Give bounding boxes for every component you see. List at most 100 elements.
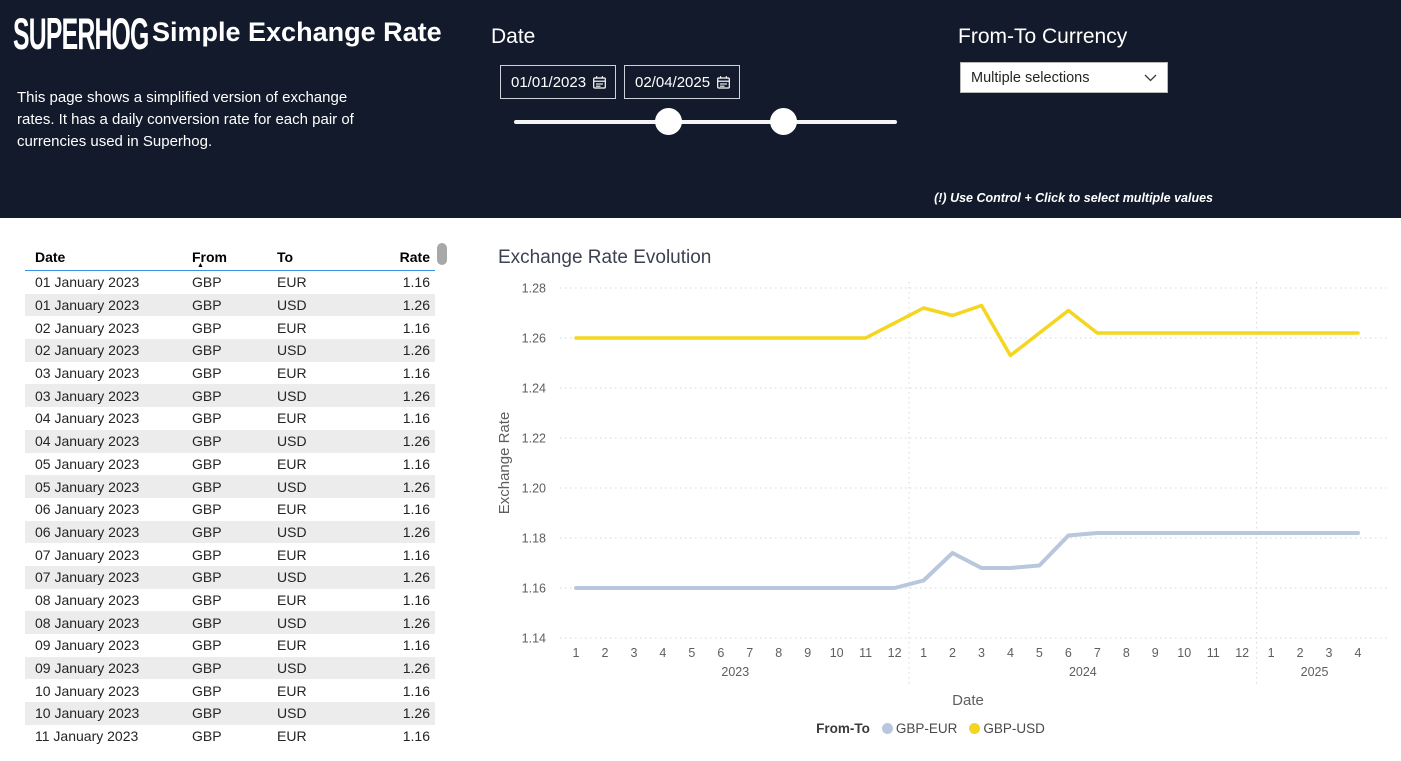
table-cell: 1.26 [355, 524, 430, 540]
table-cell: GBP [192, 592, 277, 608]
table-cell: USD [277, 388, 355, 404]
x-tick-year: 2025 [1301, 665, 1329, 679]
table-cell: 01 January 2023 [25, 297, 192, 313]
x-tick-month: 11 [859, 646, 872, 660]
table-cell: 1.26 [355, 705, 430, 721]
y-tick-label: 1.14 [522, 632, 546, 646]
multi-select-hint: (!) Use Control + Click to select multip… [934, 191, 1213, 205]
table-row[interactable]: 09 January 2023GBPEUR1.16 [25, 634, 435, 657]
table-cell: 02 January 2023 [25, 320, 192, 336]
y-tick-label: 1.26 [522, 332, 546, 346]
table-cell: 1.26 [355, 388, 430, 404]
table-cell: GBP [192, 297, 277, 313]
x-axis-title: Date [952, 692, 984, 709]
table-row[interactable]: 05 January 2023GBPUSD1.26 [25, 475, 435, 498]
legend-item-gbp-usd[interactable]: GBP-USD [969, 721, 1045, 736]
x-tick-year: 2024 [1069, 665, 1097, 679]
table-cell: EUR [277, 365, 355, 381]
table-cell: GBP [192, 569, 277, 585]
page-description: This page shows a simplified version of … [17, 87, 362, 153]
table-row[interactable]: 05 January 2023GBPEUR1.16 [25, 453, 435, 476]
x-tick-month: 11 [1207, 646, 1220, 660]
table-cell: 1.16 [355, 274, 430, 290]
slider-track[interactable] [514, 120, 897, 124]
table-cell: 09 January 2023 [25, 660, 192, 676]
x-tick-month: 4 [1355, 646, 1362, 660]
x-tick-month: 3 [630, 646, 637, 660]
slider-handle-start[interactable] [655, 108, 682, 135]
table-cell: USD [277, 660, 355, 676]
table-cell: EUR [277, 683, 355, 699]
y-tick-label: 1.16 [522, 582, 546, 596]
currency-dropdown[interactable]: Multiple selections [960, 62, 1168, 93]
y-tick-label: 1.28 [522, 282, 546, 296]
column-header-from[interactable]: From [192, 249, 277, 265]
table-row[interactable]: 08 January 2023GBPUSD1.26 [25, 611, 435, 634]
superhog-logo: SUPERHOG [13, 9, 149, 60]
gbp-usd-dot-icon [969, 723, 980, 734]
x-tick-month: 10 [1177, 646, 1191, 660]
table-cell: 10 January 2023 [25, 705, 192, 721]
calendar-icon[interactable] [716, 75, 731, 90]
table-cell: 01 January 2023 [25, 274, 192, 290]
table-cell: 1.16 [355, 501, 430, 517]
column-header-date[interactable]: Date [25, 249, 192, 265]
column-header-rate[interactable]: Rate [355, 249, 430, 265]
table-row[interactable]: 07 January 2023GBPUSD1.26 [25, 566, 435, 589]
legend-item-gbp-eur[interactable]: GBP-EUR [882, 721, 958, 736]
x-tick-month: 6 [717, 646, 724, 660]
table-row[interactable]: 04 January 2023GBPUSD1.26 [25, 430, 435, 453]
table-cell: USD [277, 433, 355, 449]
x-tick-month: 6 [1065, 646, 1072, 660]
slider-handle-end[interactable] [770, 108, 797, 135]
table-scrollbar-thumb[interactable] [437, 243, 447, 265]
table-row[interactable]: 03 January 2023GBPEUR1.16 [25, 362, 435, 385]
table-row[interactable]: 06 January 2023GBPEUR1.16 [25, 498, 435, 521]
table-cell: GBP [192, 683, 277, 699]
table-cell: USD [277, 479, 355, 495]
x-tick-month: 2 [1297, 646, 1304, 660]
x-tick-month: 10 [830, 646, 844, 660]
table-cell: GBP [192, 705, 277, 721]
table-cell: 1.26 [355, 660, 430, 676]
table-row[interactable]: 10 January 2023GBPEUR1.16 [25, 679, 435, 702]
x-tick-month: 9 [804, 646, 811, 660]
table-row[interactable]: 02 January 2023GBPEUR1.16 [25, 316, 435, 339]
table-row[interactable]: 06 January 2023GBPUSD1.26 [25, 521, 435, 544]
table-cell: 1.26 [355, 569, 430, 585]
header-band: SUPERHOG Simple Exchange Rate This page … [0, 0, 1401, 218]
table-cell: 11 January 2023 [25, 728, 192, 744]
x-tick-month: 4 [659, 646, 666, 660]
table-cell: 1.16 [355, 547, 430, 563]
table-row[interactable]: 09 January 2023GBPUSD1.26 [25, 657, 435, 680]
table-row[interactable]: 11 January 2023GBPEUR1.16 [25, 725, 435, 748]
table-row[interactable]: 02 January 2023GBPUSD1.26 [25, 339, 435, 362]
table-row[interactable]: 07 January 2023GBPEUR1.16 [25, 543, 435, 566]
x-tick-month: 2 [601, 646, 608, 660]
table-cell: 1.26 [355, 342, 430, 358]
date-end-input[interactable]: 02/04/2025 [624, 65, 740, 99]
table-cell: GBP [192, 660, 277, 676]
table-row[interactable]: 10 January 2023GBPUSD1.26 [25, 702, 435, 725]
x-tick-month: 1 [1268, 646, 1275, 660]
table-row[interactable]: 01 January 2023GBPUSD1.26 [25, 294, 435, 317]
exchange-rate-line-chart: 1.281.261.241.221.201.181.161.1412345678… [460, 240, 1401, 761]
date-end-value: 02/04/2025 [635, 74, 710, 91]
column-header-to[interactable]: To [277, 249, 355, 265]
calendar-icon[interactable] [592, 75, 607, 90]
table-cell: EUR [277, 547, 355, 563]
table-row[interactable]: 08 January 2023GBPEUR1.16 [25, 589, 435, 612]
table-row[interactable]: 01 January 2023GBPEUR1.16 [25, 271, 435, 294]
y-axis-title: Exchange Rate [496, 412, 513, 515]
table-cell: GBP [192, 320, 277, 336]
table-row[interactable]: 04 January 2023GBPEUR1.16 [25, 407, 435, 430]
x-tick-month: 9 [1152, 646, 1159, 660]
table-row[interactable]: 03 January 2023GBPUSD1.26 [25, 384, 435, 407]
gbp-usd-line [576, 306, 1358, 356]
table-cell: 1.16 [355, 365, 430, 381]
exchange-rate-dashboard: { "header": { "logo": "SUPERHOG", "title… [0, 0, 1401, 761]
date-start-input[interactable]: 01/01/2023 [500, 65, 616, 99]
table-cell: 09 January 2023 [25, 637, 192, 653]
table-cell: 05 January 2023 [25, 479, 192, 495]
table-cell: GBP [192, 615, 277, 631]
